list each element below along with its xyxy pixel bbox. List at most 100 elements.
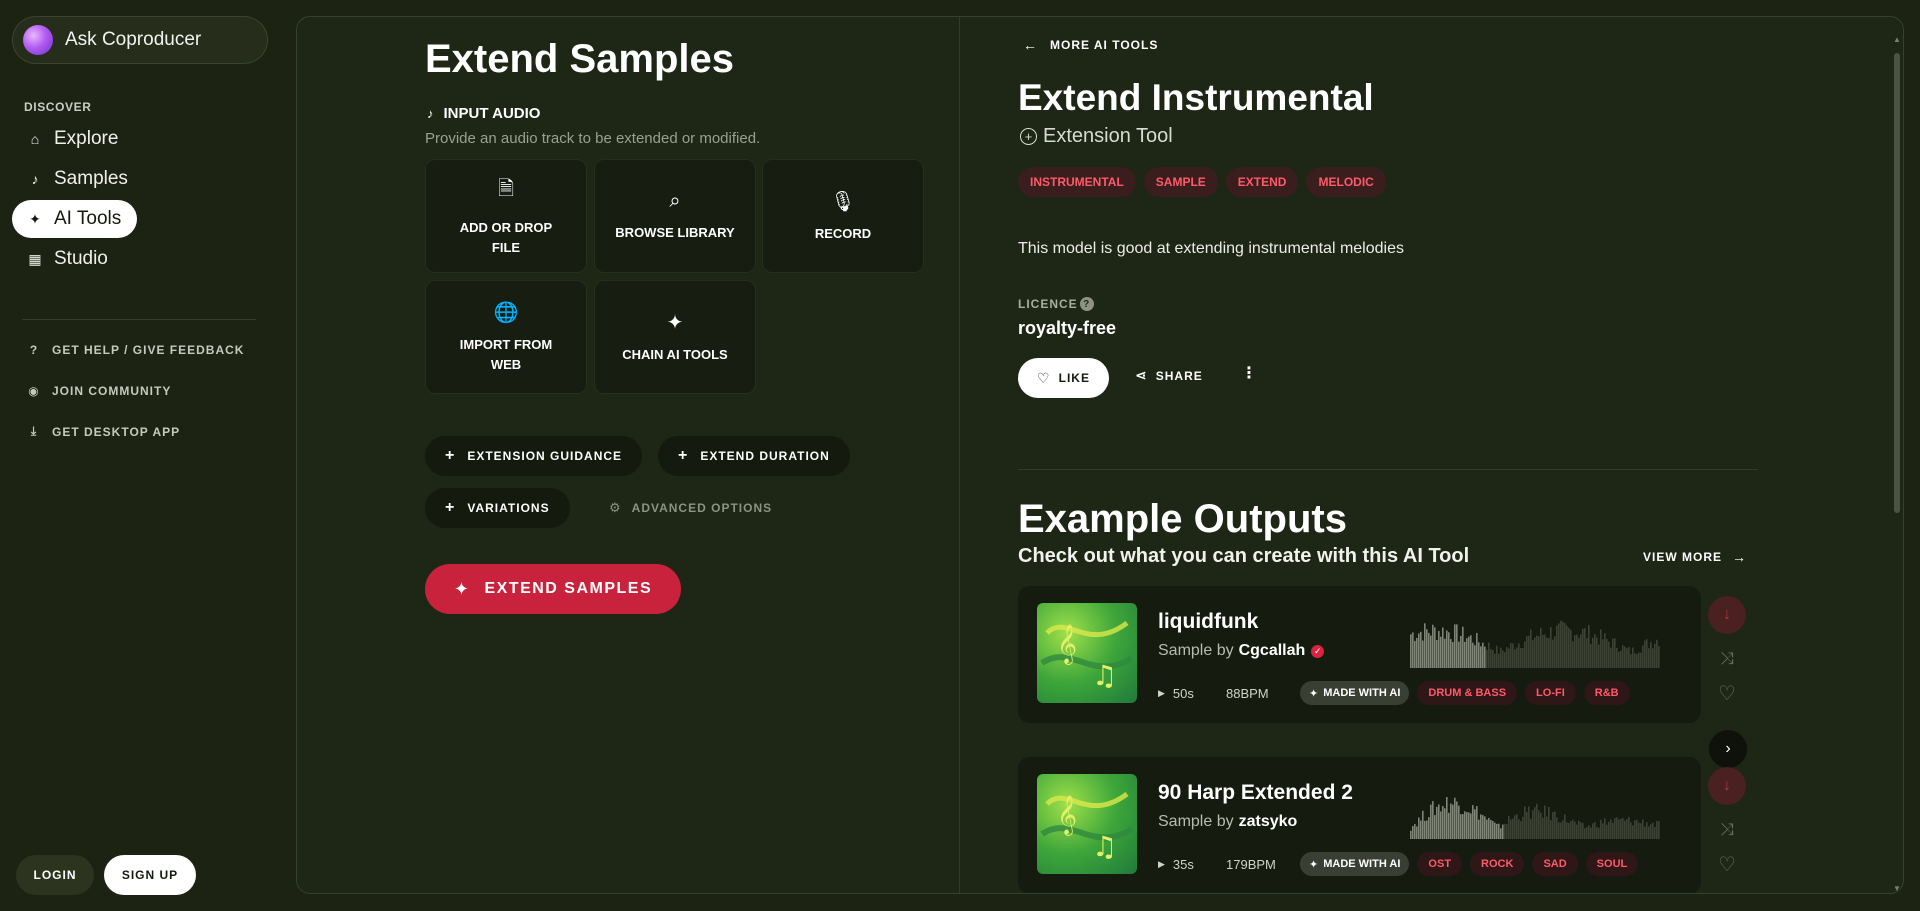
waveform-bar bbox=[1588, 624, 1590, 668]
genre-tag[interactable]: SAD bbox=[1532, 852, 1578, 876]
waveform-bar bbox=[1520, 821, 1522, 839]
like-button[interactable]: ♡ LIKE bbox=[1018, 358, 1109, 398]
sample-meta: ▶ 35s 179BPM ✦ MADE WITH AI OST ROCK SAD… bbox=[1158, 852, 1639, 876]
sample-author[interactable]: zatsyko bbox=[1239, 813, 1298, 831]
grid-icon: ▦ bbox=[28, 250, 42, 267]
chevron-right-icon[interactable]: › bbox=[1709, 730, 1747, 768]
download-icon[interactable]: ↓ bbox=[1708, 596, 1746, 634]
waveform-bar bbox=[1494, 653, 1496, 668]
waveform-bar bbox=[1528, 806, 1530, 839]
waveform-bar bbox=[1656, 820, 1658, 839]
scroll-thumb[interactable] bbox=[1894, 53, 1900, 513]
waveform-bar bbox=[1548, 806, 1550, 839]
waveform-bar bbox=[1508, 648, 1510, 668]
extend-duration-button[interactable]: + EXTEND DURATION bbox=[658, 436, 850, 476]
waveform-bar bbox=[1458, 641, 1460, 668]
genre-tag[interactable]: OST bbox=[1417, 852, 1463, 876]
waveform-bar bbox=[1446, 630, 1448, 668]
waveform-bar bbox=[1644, 640, 1646, 668]
waveform-bar bbox=[1552, 812, 1554, 839]
login-button[interactable]: LOGIN bbox=[16, 855, 94, 895]
nav-item-ai-tools[interactable]: ✦ AI Tools bbox=[12, 200, 138, 238]
waveform-bar bbox=[1570, 629, 1572, 668]
waveform-bar bbox=[1452, 641, 1454, 668]
waveform-bar bbox=[1444, 638, 1446, 668]
waveform-bar bbox=[1504, 652, 1506, 668]
waveform-bar bbox=[1458, 805, 1460, 839]
sample-title[interactable]: liquidfunk bbox=[1158, 610, 1258, 634]
more-options-icon[interactable]: ⋮ bbox=[1241, 363, 1257, 383]
waveform-bar bbox=[1416, 637, 1418, 668]
tag-instrumental[interactable]: INSTRUMENTAL bbox=[1018, 167, 1136, 197]
waveform-bar bbox=[1518, 643, 1520, 668]
file-audio-icon: 🗎 bbox=[497, 178, 515, 200]
sample-author[interactable]: Cgcallah bbox=[1239, 642, 1306, 660]
waveform-bar bbox=[1630, 654, 1632, 668]
waveform-bar bbox=[1616, 647, 1618, 668]
genre-tag[interactable]: DRUM & BASS bbox=[1417, 681, 1518, 705]
waveform-bar bbox=[1500, 647, 1502, 668]
scrollbar[interactable]: ▲ ▼ bbox=[1893, 35, 1901, 893]
gear-icon: ⚙ bbox=[609, 500, 622, 515]
help-circle-icon[interactable]: ? bbox=[1079, 297, 1094, 311]
waveform-bar bbox=[1658, 821, 1660, 839]
waveform-bar bbox=[1624, 646, 1626, 668]
genre-tag[interactable]: ROCK bbox=[1470, 852, 1525, 876]
sample-card[interactable]: 𝄞 ♫ 90 Harp Extended 2 Sample by zatsyko… bbox=[1018, 757, 1746, 893]
waveform-bar bbox=[1510, 643, 1512, 668]
record-tile[interactable]: 🎙 RECORD bbox=[762, 159, 924, 273]
shuffle-icon[interactable]: ⤨ bbox=[1710, 815, 1744, 845]
add-or-drop-file-tile[interactable]: 🗎 ADD OR DROP FILE bbox=[425, 159, 587, 273]
sample-card[interactable]: 𝄞 ♫ liquidfunk Sample by Cgcallah ✓ ▶ 50… bbox=[1018, 586, 1746, 723]
extension-guidance-button[interactable]: + EXTENSION GUIDANCE bbox=[425, 436, 643, 476]
sample-artwork: 𝄞 ♫ bbox=[1037, 603, 1137, 703]
browse-library-tile[interactable]: ⌕ BROWSE LIBRARY bbox=[594, 159, 756, 273]
sample-title[interactable]: 90 Harp Extended 2 bbox=[1158, 781, 1353, 805]
waveform-bar bbox=[1608, 641, 1610, 668]
download-icon[interactable]: ↓ bbox=[1708, 767, 1746, 805]
sample-meta: ▶ 50s 88BPM ✦ MADE WITH AI DRUM & BASS L… bbox=[1158, 681, 1630, 705]
waveform-bar bbox=[1476, 632, 1478, 668]
scroll-up-icon[interactable]: ▲ bbox=[1893, 35, 1901, 44]
nav-item-samples[interactable]: ♪ Samples bbox=[12, 160, 144, 198]
waveform-bar bbox=[1446, 797, 1448, 839]
sample-waveform[interactable] bbox=[1410, 608, 1660, 668]
waveform-bar bbox=[1600, 629, 1602, 668]
nav-item-studio[interactable]: ▦ Studio bbox=[12, 240, 124, 278]
get-desktop-app-link[interactable]: ⤓ GET DESKTOP APP bbox=[26, 424, 180, 439]
more-ai-tools-link[interactable]: ← MORE AI TOOLS bbox=[1023, 37, 1158, 53]
nav-item-explore[interactable]: ⌂ Explore bbox=[12, 120, 134, 158]
genre-tag[interactable]: SOUL bbox=[1585, 852, 1639, 876]
tag-sample[interactable]: SAMPLE bbox=[1143, 167, 1218, 197]
genre-tag[interactable]: LO-FI bbox=[1525, 681, 1576, 705]
waveform-bar bbox=[1652, 648, 1654, 668]
sample-waveform[interactable] bbox=[1410, 779, 1660, 839]
music-note-icon: ♪ bbox=[31, 171, 39, 187]
waveform-bar bbox=[1616, 817, 1618, 839]
heart-icon[interactable]: ♡ bbox=[1710, 678, 1744, 708]
extend-samples-button[interactable]: ✦ EXTEND SAMPLES bbox=[425, 564, 681, 614]
shuffle-icon[interactable]: ⤨ bbox=[1710, 644, 1744, 674]
waveform-bar bbox=[1510, 819, 1512, 839]
scroll-down-icon[interactable]: ▼ bbox=[1893, 884, 1901, 893]
waveform-bar bbox=[1410, 830, 1412, 839]
tag-extend[interactable]: EXTEND bbox=[1225, 167, 1299, 197]
waveform-bar bbox=[1612, 638, 1614, 668]
join-community-link[interactable]: ◉ JOIN COMMUNITY bbox=[26, 384, 171, 398]
chain-ai-tools-tile[interactable]: ✦ CHAIN AI TOOLS bbox=[594, 280, 756, 394]
signup-button[interactable]: SIGN UP bbox=[104, 855, 196, 895]
waveform-bar bbox=[1544, 805, 1546, 839]
share-button[interactable]: ⋖ SHARE bbox=[1135, 367, 1203, 384]
tag-melodic[interactable]: MELODIC bbox=[1306, 167, 1386, 197]
view-more-link[interactable]: VIEW MORE → bbox=[1643, 549, 1747, 565]
heart-icon[interactable]: ♡ bbox=[1710, 849, 1744, 879]
variations-button[interactable]: + VARIATIONS bbox=[425, 488, 570, 528]
get-help-link[interactable]: ? GET HELP / GIVE FEEDBACK bbox=[26, 343, 244, 357]
import-from-web-tile[interactable]: 🌐 IMPORT FROM WEB bbox=[425, 280, 587, 394]
waveform-bar bbox=[1620, 818, 1622, 839]
ask-coproducer-button[interactable]: Ask Coproducer bbox=[12, 16, 268, 64]
advanced-options-button[interactable]: ⚙ ADVANCED OPTIONS bbox=[609, 500, 772, 516]
home-icon: ⌂ bbox=[30, 131, 40, 147]
waveform-bar bbox=[1462, 626, 1464, 668]
genre-tag[interactable]: R&B bbox=[1583, 681, 1630, 705]
